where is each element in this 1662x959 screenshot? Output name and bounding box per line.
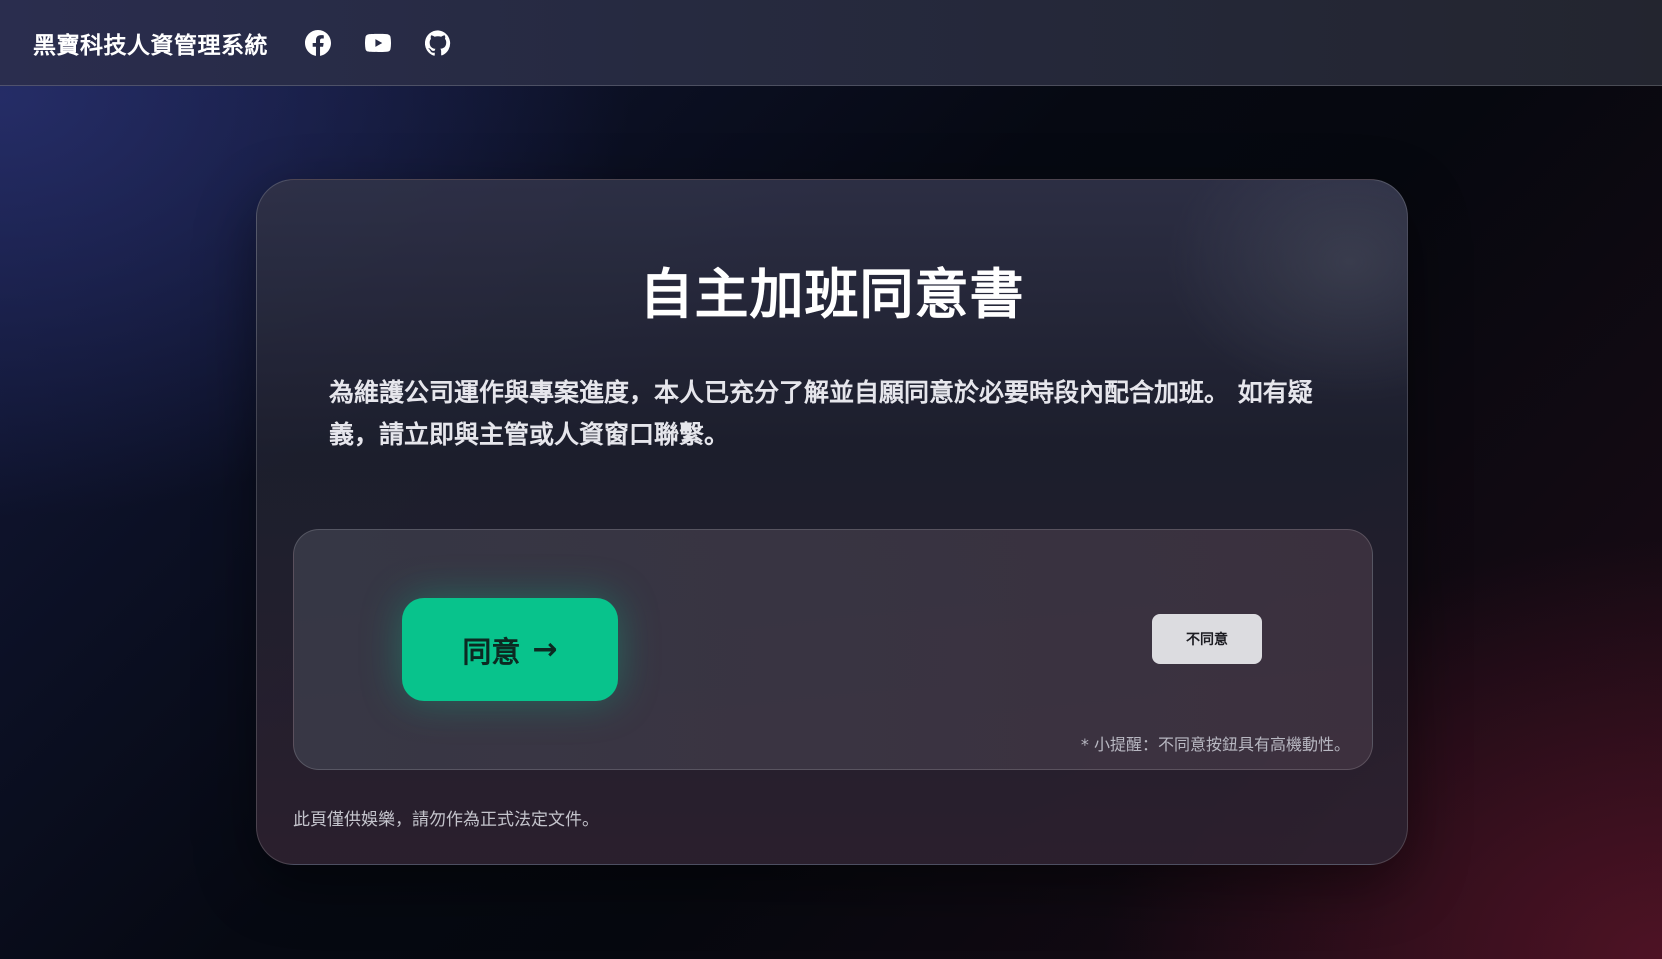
agree-button[interactable]: 同意 → — [402, 598, 618, 701]
youtube-icon — [365, 33, 391, 52]
disclaimer-footnote: 此頁僅供娛樂，請勿作為正式法定文件。 — [293, 810, 599, 830]
action-panel: 同意 → 不同意 * 小提醒：不同意按鈕具有高機動性。 — [293, 529, 1373, 770]
facebook-link[interactable] — [288, 13, 348, 73]
facebook-icon — [305, 29, 331, 56]
hint-text: * 小提醒：不同意按鈕具有高機動性。 — [1080, 735, 1350, 754]
brand-title: 黑寶科技人資管理系統 — [33, 32, 268, 59]
consent-card: 自主加班同意書 為維護公司運作與專案進度，本人已充分了解並自願同意於必要時段內配… — [256, 179, 1408, 865]
disagree-button[interactable]: 不同意 — [1152, 614, 1262, 664]
arrow-right-icon: → — [532, 632, 558, 667]
top-bar: 黑寶科技人資管理系統 — [0, 0, 1662, 86]
github-link[interactable] — [408, 13, 468, 73]
youtube-link[interactable] — [348, 13, 408, 73]
github-icon — [425, 29, 451, 56]
page-title: 自主加班同意書 — [639, 263, 1025, 326]
agree-button-label: 同意 — [462, 634, 521, 669]
consent-description: 為維護公司運作與專案進度，本人已充分了解並自願同意於必要時段內配合加班。 如有疑… — [329, 378, 1313, 449]
